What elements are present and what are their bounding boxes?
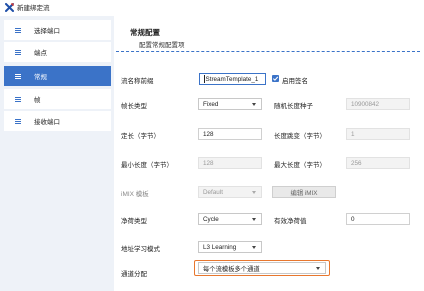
channel-allocation-select[interactable]: 每个流模板多个通道 xyxy=(198,262,326,274)
random-seed-input[interactable]: 10900842 xyxy=(346,98,410,110)
main-panel: 常规配置 配置常规配置项 流名称前缀 StreamTemplate_1 启用签名… xyxy=(114,14,424,291)
chevron-down-icon xyxy=(316,267,320,270)
address-learning-select[interactable]: L3 Learning xyxy=(198,241,262,253)
sidebar-item-frame[interactable]: 帧 xyxy=(4,89,111,109)
stream-name-label: 流名称前缀 xyxy=(121,78,154,85)
frame-length-type-select[interactable]: Fixed xyxy=(198,98,262,110)
min-length-input[interactable]: 128 xyxy=(198,157,262,169)
payload-type-label: 净荷类型 xyxy=(121,218,147,225)
length-step-value: 1 xyxy=(351,130,355,138)
imix-template-value: Default xyxy=(203,188,223,196)
menu-icon xyxy=(15,96,21,102)
max-length-label: 最大长度（字节） xyxy=(274,162,326,169)
imix-template-label: iMIX 模板 xyxy=(121,191,149,198)
payload-value-value: 0 xyxy=(351,215,355,223)
sidebar-nav: 选择端口 端点 常规 帧 接收端口 xyxy=(0,16,114,291)
sidebar-item-endpoints[interactable]: 端点 xyxy=(4,42,111,62)
title-bar: 新建绑定流 xyxy=(0,0,424,14)
menu-icon xyxy=(15,118,21,124)
min-length-label: 最小长度（字节） xyxy=(121,162,173,169)
sidebar-item-label: 帧 xyxy=(34,97,41,104)
fixed-length-value: 128 xyxy=(203,130,214,138)
max-length-value: 256 xyxy=(351,159,362,167)
fixed-length-input[interactable]: 128 xyxy=(198,128,262,140)
address-learning-value: L3 Learning xyxy=(203,243,237,251)
payload-value-label: 有效净荷值 xyxy=(274,218,307,225)
sidebar-item-label: 常规 xyxy=(34,74,47,81)
sidebar-item-label: 接收端口 xyxy=(34,119,60,126)
section-subtitle: 配置常规配置项 xyxy=(139,42,185,49)
random-seed-value: 10900842 xyxy=(351,100,380,108)
length-step-label: 长度跳变（字节） xyxy=(274,133,326,140)
channel-allocation-label: 通道分配 xyxy=(121,271,147,278)
chevron-down-icon xyxy=(252,246,256,249)
stream-name-input[interactable]: StreamTemplate_1 xyxy=(199,73,266,85)
edit-imix-button[interactable]: 编辑 iMIX xyxy=(272,186,336,198)
section-divider xyxy=(116,51,420,52)
stream-name-value: StreamTemplate_1 xyxy=(205,75,259,83)
menu-icon xyxy=(15,27,21,33)
sidebar-item-label: 端点 xyxy=(34,50,47,57)
min-length-value: 128 xyxy=(203,159,214,167)
chevron-down-icon xyxy=(252,103,256,106)
max-length-input[interactable]: 256 xyxy=(346,157,410,169)
frame-length-type-value: Fixed xyxy=(203,100,219,108)
app-logo-icon xyxy=(5,2,14,12)
sidebar-item-select-port[interactable]: 选择端口 xyxy=(4,20,111,40)
sidebar-item-general[interactable]: 常规 xyxy=(4,66,111,86)
section-title: 常规配置 xyxy=(130,28,160,37)
chevron-down-icon xyxy=(252,218,256,221)
payload-value-input[interactable]: 0 xyxy=(346,213,410,225)
signature-label: 启用签名 xyxy=(282,78,308,85)
chevron-down-icon xyxy=(252,191,256,194)
address-learning-label: 地址学习模式 xyxy=(121,246,160,253)
signature-checkbox[interactable] xyxy=(272,75,279,82)
menu-icon xyxy=(15,49,21,55)
frame-length-type-label: 帧长类型 xyxy=(121,103,147,110)
fixed-length-label: 定长（字节） xyxy=(121,133,160,140)
length-step-input[interactable]: 1 xyxy=(346,128,410,140)
random-seed-label: 随机长度种子 xyxy=(274,103,313,110)
sidebar-item-label: 选择端口 xyxy=(34,28,60,35)
sidebar-item-receive-port[interactable]: 接收端口 xyxy=(4,111,111,131)
window-title: 新建绑定流 xyxy=(17,5,50,12)
menu-icon xyxy=(15,73,21,79)
channel-allocation-value: 每个流模板多个通道 xyxy=(203,265,260,273)
payload-type-value: Cycle xyxy=(203,215,219,223)
payload-type-select[interactable]: Cycle xyxy=(198,213,262,225)
imix-template-select[interactable]: Default xyxy=(198,186,262,198)
